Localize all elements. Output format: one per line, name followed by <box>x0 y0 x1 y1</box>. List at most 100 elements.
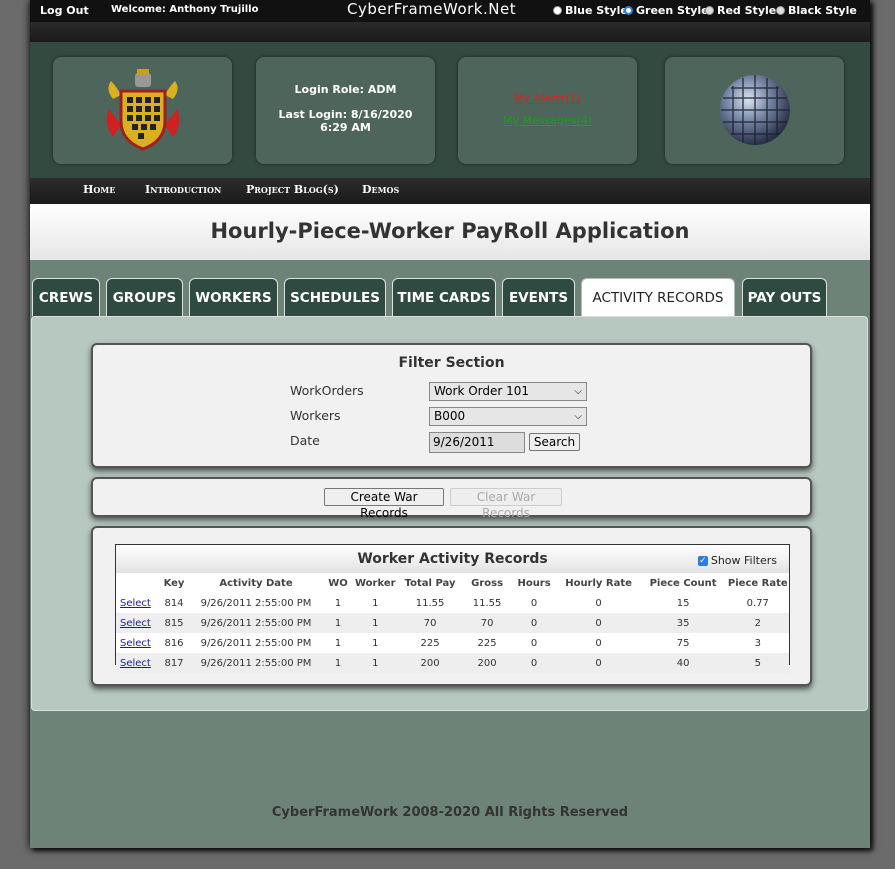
clear-war-records-button[interactable]: Clear War Records <box>450 488 562 520</box>
workorders-label: WorkOrders <box>290 383 364 398</box>
coat-of-arms-logo <box>106 69 180 151</box>
col-hourly-rate[interactable]: Hourly Rate <box>558 573 640 593</box>
date-input[interactable]: 9/26/2011 <box>429 432 525 453</box>
table-cell: 1 <box>322 613 354 633</box>
table-cell: 5 <box>726 653 789 673</box>
workorders-select[interactable]: Work Order 101 ⌵ <box>429 382 587 401</box>
table-cell: 0 <box>595 637 602 649</box>
radio-checked-icon[interactable] <box>624 6 633 15</box>
table-cell: 35 <box>639 613 727 633</box>
nav-introduction[interactable]: Introduction <box>145 183 221 196</box>
footer-text: CyberFrameWork 2008-2020 All Rights Rese… <box>271 805 629 820</box>
table-cell: 15 <box>676 597 690 609</box>
logo-panel <box>53 57 232 164</box>
tab-crews[interactable]: CREWS <box>32 278 100 316</box>
col-key[interactable]: Key <box>158 573 190 593</box>
table-cell: 9/26/2011 2:55:00 PM <box>190 653 322 673</box>
style-option-green[interactable]: Green Style <box>624 4 709 17</box>
select-link[interactable]: Select <box>116 633 158 653</box>
style-option-red[interactable]: Red Style <box>705 4 776 17</box>
table-cell: 75 <box>676 637 690 649</box>
chevron-down-icon: ⌵ <box>574 411 582 422</box>
dark-strip <box>30 22 870 42</box>
table-row: Select 816 9/26/2011 2:55:00 PM 1 1 225 225 0 0 7… <box>116 633 789 653</box>
radio-icon[interactable] <box>776 6 785 15</box>
grid-title: Worker Activity Records <box>357 551 548 567</box>
table-cell: 816 <box>164 637 184 649</box>
table-row: Select 814 9/26/2011 2:55:00 PM 1 1 11.55 11.5… <box>116 593 789 613</box>
radio-icon[interactable] <box>705 6 714 15</box>
filter-section: Filter Section WorkOrders Work Order 101… <box>91 343 812 468</box>
records-table: Key Activity Date WO Worker Total Pay Gr… <box>116 573 789 673</box>
col-worker[interactable]: Worker <box>354 573 397 593</box>
col-piece-rate[interactable]: Piece Rate <box>727 573 789 593</box>
checkbox-checked-icon[interactable]: ✓ <box>697 555 708 566</box>
col-activity-date[interactable]: Activity Date <box>190 573 322 593</box>
table-row: Select 817 9/26/2011 2:55:00 PM 1 1 200 200 0 0 4… <box>116 653 789 673</box>
create-war-records-button[interactable]: Create War Records <box>324 488 444 520</box>
tab-workers[interactable]: WORKERS <box>189 278 278 316</box>
col-piece-count[interactable]: Piece Count <box>640 573 727 593</box>
table-cell: 225 <box>477 637 497 649</box>
page-title: Hourly-Piece-Worker PayRoll Application <box>210 219 690 243</box>
table-cell: 1 <box>322 653 354 673</box>
grid-header: Worker Activity Records ✓ Show Filters <box>116 545 789 573</box>
records-body: Select 814 9/26/2011 2:55:00 PM 1 1 11.55 11.5… <box>116 593 789 673</box>
globe-panel <box>665 57 844 164</box>
search-button[interactable]: Search <box>529 433 580 451</box>
actions-section: Create War Records Clear War Records <box>91 477 812 520</box>
style-option-blue[interactable]: Blue Style <box>553 4 628 17</box>
table-cell: 1 <box>334 597 342 609</box>
filter-title: Filter Section <box>398 355 505 371</box>
records-section: Worker Activity Records ✓ Show Filters K… <box>91 526 812 686</box>
nav-project-blogs[interactable]: Project Blog(s) <box>246 183 339 196</box>
nav-demos[interactable]: Demos <box>362 183 399 196</box>
table-cell: 1 <box>372 637 379 649</box>
alerts-link[interactable]: My Alerts(1) <box>458 92 637 105</box>
table-cell: 0.77 <box>746 597 769 609</box>
table-cell: 1 <box>354 653 397 673</box>
chevron-down-icon: ⌵ <box>574 386 582 397</box>
select-link[interactable]: Select <box>116 653 158 673</box>
nav-home[interactable]: Home <box>83 183 115 196</box>
tab-groups[interactable]: GROUPS <box>106 278 183 316</box>
table-cell: 0 <box>510 613 558 633</box>
table-cell: 0 <box>510 653 558 673</box>
show-filters-toggle[interactable]: ✓ Show Filters <box>697 554 777 567</box>
alerts-panel: My Alerts(1) My Messages(4) <box>458 57 637 164</box>
workers-label: Workers <box>290 408 341 423</box>
table-cell: 225 <box>420 637 440 649</box>
tab-events[interactable]: EVENTS <box>502 278 575 316</box>
date-label: Date <box>290 433 320 448</box>
table-cell: 70 <box>463 613 511 633</box>
tab-pay-outs[interactable]: PAY OUTS <box>742 278 827 316</box>
last-login: Last Login: 8/16/2020 6:29 AM <box>278 108 413 134</box>
col-wo[interactable]: WO <box>322 573 354 593</box>
table-cell: 200 <box>463 653 511 673</box>
tab-schedules[interactable]: SCHEDULES <box>284 278 386 316</box>
table-cell: 40 <box>639 653 727 673</box>
table-cell: 1 <box>354 613 397 633</box>
site-name: CyberFrameWork.Net <box>347 0 517 18</box>
radio-icon[interactable] <box>553 6 562 15</box>
messages-link[interactable]: My Messages(4) <box>458 114 637 127</box>
table-cell: 70 <box>396 613 464 633</box>
style-option-black[interactable]: Black Style <box>776 4 857 17</box>
select-link[interactable]: Select <box>116 593 158 613</box>
col-hours[interactable]: Hours <box>511 573 558 593</box>
welcome-text: Welcome: Anthony Trujillo <box>111 4 259 15</box>
logout-link[interactable]: Log Out <box>40 4 89 17</box>
tab-activity-records[interactable]: ACTIVITY RECORDS <box>581 278 735 316</box>
table-cell: 817 <box>158 653 190 673</box>
table-cell: 9/26/2011 2:55:00 PM <box>200 597 312 609</box>
title-bar: Hourly-Piece-Worker PayRoll Application <box>30 204 870 260</box>
table-row: Select 815 9/26/2011 2:55:00 PM 1 1 70 70 0 0 35 2 <box>116 613 789 633</box>
col-total-pay[interactable]: Total Pay <box>397 573 464 593</box>
tab-time-cards[interactable]: TIME CARDS <box>392 278 496 316</box>
page-frame: Log Out Welcome: Anthony Trujillo CyberF… <box>30 0 870 848</box>
table-cell: 9/26/2011 2:55:00 PM <box>200 637 312 649</box>
select-link[interactable]: Select <box>116 613 158 633</box>
col-gross[interactable]: Gross <box>464 573 511 593</box>
workers-select[interactable]: B000 ⌵ <box>429 407 587 426</box>
table-cell: 2 <box>726 613 789 633</box>
